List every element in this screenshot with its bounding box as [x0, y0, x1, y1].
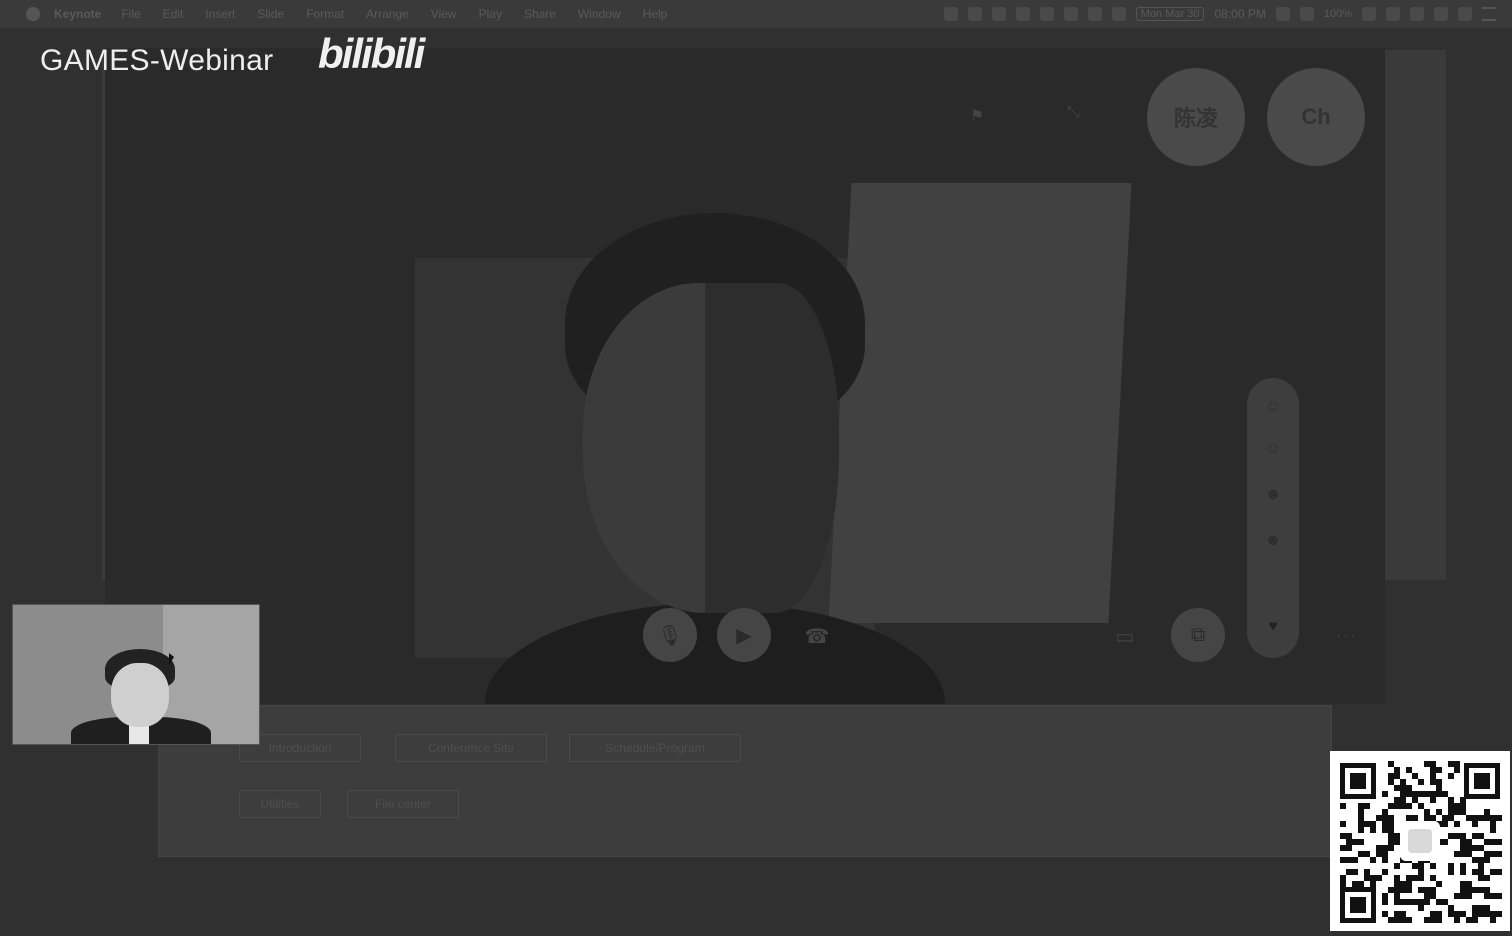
video-background-wall — [828, 183, 1132, 623]
participant-avatar-1[interactable]: 陈凌 — [1147, 68, 1245, 166]
menu-edit[interactable]: Edit — [163, 7, 184, 21]
menu-window[interactable]: Window — [578, 7, 621, 21]
more-icon: ··· — [1336, 627, 1358, 644]
reaction-neutral-icon[interactable]: ☺ — [1247, 398, 1299, 416]
mouse-cursor-icon — [169, 653, 174, 665]
microphone-button[interactable]: 🎙 — [643, 608, 697, 662]
menubar-date[interactable]: Mon Mar 30 — [1135, 7, 1205, 21]
menu-format[interactable]: Format — [306, 7, 344, 21]
chat-button[interactable]: ▭ — [1105, 616, 1145, 656]
tray-upload-icon[interactable] — [991, 7, 1006, 21]
participant-avatar-1-label: 陈凌 — [1173, 106, 1218, 131]
volume-icon[interactable] — [1386, 7, 1400, 21]
menu-bar: Keynote File Edit Insert Slide Format Ar… — [0, 0, 1512, 29]
speaker-webcam-pip — [12, 604, 260, 745]
menu-view[interactable]: View — [431, 7, 457, 21]
battery-percent[interactable]: 100% — [1324, 8, 1352, 20]
participant-avatar-2[interactable]: Ch — [1267, 68, 1365, 166]
bilibili-logo: bilibili — [318, 30, 425, 77]
siri-icon[interactable] — [1458, 7, 1472, 21]
tray-keyboard-icon[interactable] — [1275, 7, 1290, 21]
background-webpage: Introduction Conference Site Schedule/Pr… — [158, 705, 1332, 857]
menubar-time[interactable]: 08:00 PM — [1214, 7, 1265, 21]
tray-script-icon[interactable] — [1111, 7, 1126, 21]
bg-tab-schedule[interactable]: Schedule/Program — [569, 734, 741, 762]
menu-help[interactable]: Help — [643, 7, 668, 21]
microphone-icon: 🎙 — [657, 624, 683, 647]
reaction-smile-icon[interactable]: ☻ — [1247, 486, 1299, 504]
stream-title: GAMES-Webinar — [40, 44, 274, 77]
camera-icon: ▶ — [736, 624, 752, 647]
notification-center-icon[interactable] — [1482, 7, 1496, 21]
spotlight-search-icon[interactable] — [1410, 7, 1424, 21]
heart-icon[interactable]: ♥ — [1247, 618, 1299, 636]
tray-dropbox-icon[interactable] — [1015, 7, 1030, 21]
hang-up-button[interactable]: ☎ — [797, 616, 837, 656]
participant-avatar-2-label: Ch — [1301, 104, 1331, 129]
tray-app-icon[interactable] — [943, 7, 958, 21]
tray-cloud-icon[interactable] — [1063, 7, 1078, 21]
status-tray: Mon Mar 30 08:00 PM 100% — [943, 7, 1512, 21]
menu-app-name[interactable]: Keynote — [54, 7, 101, 21]
qr-code-image — [1330, 751, 1510, 931]
reactions-panel: ☺ ☺ ☻ ☻ ♥ — [1247, 378, 1299, 658]
wifi-icon[interactable] — [1299, 7, 1314, 21]
reaction-laugh-icon[interactable]: ☻ — [1247, 532, 1299, 550]
menu-slide[interactable]: Slide — [257, 7, 284, 21]
qr-code — [1330, 751, 1510, 931]
share-screen-icon: ⧉ — [1190, 623, 1206, 646]
phone-hangup-icon: ☎ — [804, 625, 830, 648]
bg-file-center-button[interactable]: File center — [347, 790, 459, 818]
bg-tab-conference-site[interactable]: Conference Site — [395, 734, 547, 762]
camera-button[interactable]: ▶ — [717, 608, 771, 662]
user-avatar-icon[interactable] — [1434, 7, 1448, 21]
menu-file[interactable]: File — [121, 7, 140, 21]
video-call-window: ⚑ ⤡ 陈凌 Ch ☺ ☺ ☻ ☻ ♥ 🎙 ▶ ☎ ▭ ⧉ ··· — [105, 48, 1385, 704]
bg-utilities-button[interactable]: Utilities — [239, 790, 321, 818]
share-screen-button[interactable]: ⧉ — [1171, 608, 1225, 662]
apple-icon[interactable] — [26, 7, 40, 21]
flag-icon[interactable]: ⚑ — [970, 106, 984, 126]
tray-chat-icon[interactable] — [967, 7, 982, 21]
reaction-surprised-icon[interactable]: ☺ — [1247, 440, 1299, 458]
chat-icon: ▭ — [1115, 625, 1135, 648]
menu-arrange[interactable]: Arrange — [366, 7, 409, 21]
menu-insert[interactable]: Insert — [205, 7, 235, 21]
battery-icon[interactable] — [1362, 7, 1376, 21]
menu-play[interactable]: Play — [479, 7, 502, 21]
collapse-icon[interactable]: ⤡ — [1067, 104, 1080, 122]
more-options-button[interactable]: ··· — [1327, 616, 1367, 656]
tray-circle-icon[interactable] — [1039, 7, 1054, 21]
tray-drive-icon[interactable] — [1087, 7, 1102, 21]
menu-share[interactable]: Share — [524, 7, 556, 21]
